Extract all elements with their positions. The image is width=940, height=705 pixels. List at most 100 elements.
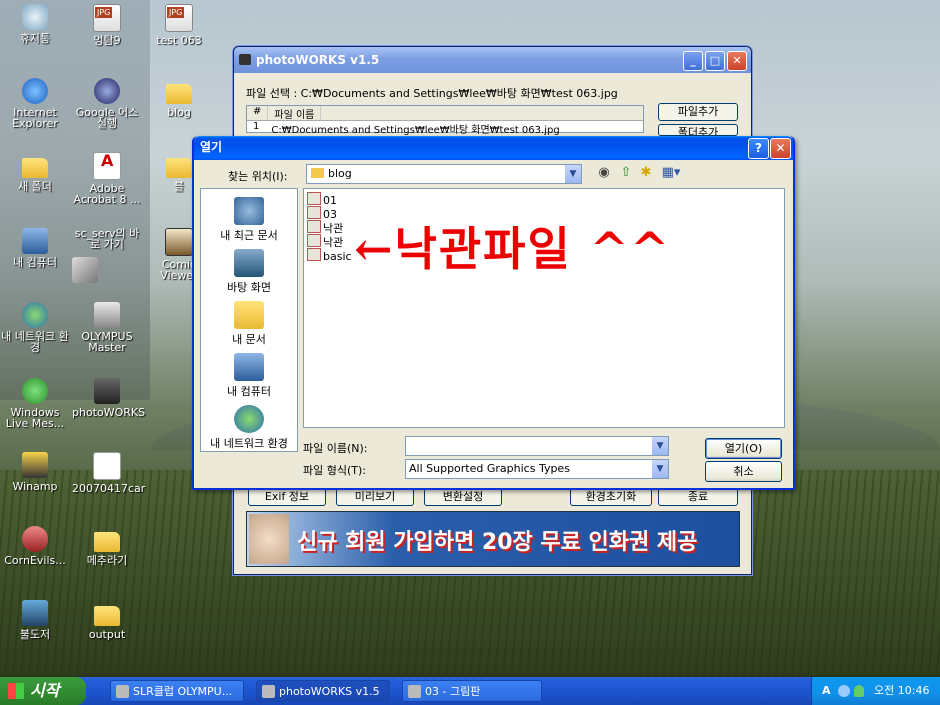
taskbar-item-photoworks[interactable]: photoWORKS v1.5 — [256, 680, 390, 702]
desktop-icon-acrobat[interactable]: Adobe Acrobat 8 ... — [72, 152, 142, 205]
messenger-tray-icon[interactable] — [854, 685, 864, 697]
computer-icon — [234, 353, 264, 381]
look-in-select[interactable]: blog ▼ — [306, 164, 582, 184]
start-button[interactable]: 시작 — [0, 677, 86, 705]
preview-button[interactable]: 미리보기 — [336, 488, 414, 506]
desktop-icon — [234, 249, 264, 277]
column-header[interactable]: 파일 이름 — [268, 106, 322, 121]
filetype-select[interactable]: All Supported Graphics Types ▼ — [405, 459, 669, 479]
desktop-icon-my-computer[interactable]: 내 컴퓨터 — [0, 228, 70, 268]
baby-photo — [249, 514, 289, 564]
taskbar: 시작 SLR클럽 OLYMPU... photoWORKS v1.5 03 - … — [0, 677, 940, 705]
desktop-icon-new-folder[interactable]: 새 폴더 — [0, 152, 70, 192]
camera-icon — [94, 378, 120, 404]
desktop-icon-olympus[interactable]: OLYMPUS Master — [72, 302, 142, 353]
desktop-icon-cornevils[interactable]: CornEvils... — [0, 526, 70, 566]
close-button[interactable]: ✕ — [727, 51, 747, 71]
image-file-icon — [307, 192, 321, 205]
new-folder-icon[interactable]: ✱ — [638, 165, 654, 181]
view-menu-icon[interactable]: ▦▾ — [660, 165, 682, 181]
winamp-icon — [22, 452, 48, 478]
network-icon — [234, 405, 264, 433]
desktop-icon-google-earth[interactable]: Google 어스 실행 — [72, 78, 142, 129]
folder-icon — [22, 158, 48, 178]
desktop-icon-output[interactable]: output — [72, 600, 142, 640]
add-file-button[interactable]: 파일추가 — [658, 103, 738, 121]
place-desktop[interactable]: 바탕 화면 — [201, 249, 297, 295]
maximize-button[interactable]: □ — [705, 51, 725, 71]
photoworks-title-bar[interactable]: photoWORKS v1.5 _ □ ✕ — [234, 47, 751, 73]
document-icon — [93, 452, 121, 480]
folder-icon — [94, 532, 120, 552]
desktop-icon-sc-serv[interactable]: sc_serv의 바로 가기 — [72, 228, 142, 283]
comic-viewer-icon — [165, 228, 193, 256]
desktop-icon-recycle-bin[interactable]: 휴지통 — [0, 4, 70, 44]
desktop-icon-quail[interactable]: 메추라기 — [72, 526, 142, 566]
google-earth-icon — [94, 78, 120, 104]
desktop-icon-messenger[interactable]: Windows Live Mes... — [0, 378, 70, 429]
ime-indicator[interactable]: A — [822, 677, 831, 705]
minimize-button[interactable]: _ — [683, 51, 703, 71]
back-icon[interactable]: ◉ — [596, 165, 612, 181]
exif-button[interactable]: Exif 정보 — [248, 488, 326, 506]
clock[interactable]: 오전 10:46 — [874, 677, 929, 705]
help-button[interactable]: ? — [748, 138, 769, 159]
desktop-icon-bulldozer[interactable]: 불도저 — [0, 600, 70, 640]
chevron-down-icon[interactable]: ▼ — [565, 165, 581, 183]
cancel-button[interactable]: 취소 — [705, 461, 782, 482]
dialog-title-bar[interactable]: 열기 ? ✕ — [194, 136, 793, 160]
open-dialog: 열기 ? ✕ 찾는 위치(I): blog ▼ ◉ ⇧ ✱ ▦▾ 내 최근 문서… — [192, 136, 795, 490]
places-bar: 내 최근 문서 바탕 화면 내 문서 내 컴퓨터 내 네트워크 환경 — [200, 188, 298, 452]
ime-icon[interactable] — [838, 685, 850, 697]
place-network[interactable]: 내 네트워크 환경 — [201, 405, 297, 451]
list-item[interactable]: basic — [307, 248, 352, 264]
desktop-icon-blog[interactable]: blog — [144, 78, 214, 118]
image-file-icon — [307, 248, 321, 261]
messenger-icon — [22, 378, 48, 404]
up-folder-icon[interactable]: ⇧ — [618, 165, 634, 181]
shortcut-icon — [22, 600, 48, 626]
promo-banner[interactable]: 신규 회원 가입하면 20장 무료 인화권 제공 — [246, 511, 740, 567]
filename-input[interactable]: ▼ — [405, 436, 669, 456]
dialog-title: 열기 — [200, 140, 223, 154]
table-row[interactable]: 1 C:₩Documents and Settings₩lee₩바탕 화면₩te… — [247, 121, 643, 136]
taskbar-item-paint[interactable]: 03 - 그림판 — [402, 680, 542, 702]
file-list-view[interactable]: 01 03 낙관 낙관 basic ←낙관파일 ^^ — [303, 188, 785, 428]
column-header[interactable]: # — [247, 106, 269, 120]
file-select-path: 파일 선택 : C:₩Documents and Settings₩lee₩바탕… — [246, 87, 618, 100]
network-icon — [22, 302, 48, 328]
desktop-icon-jpg-2[interactable]: test 063 — [144, 4, 214, 46]
desktop-icon-20070417car[interactable]: 20070417car — [72, 452, 145, 494]
wmv-icon — [22, 526, 48, 552]
file-list-header: # 파일 이름 — [247, 106, 643, 121]
convert-settings-button[interactable]: 변환설정 — [424, 488, 502, 506]
place-my-computer[interactable]: 내 컴퓨터 — [201, 353, 297, 399]
recent-documents-icon — [234, 197, 264, 225]
file-list[interactable]: # 파일 이름 1 C:₩Documents and Settings₩lee₩… — [246, 105, 644, 136]
desktop-icon-photoworks[interactable]: photoWORKS — [72, 378, 145, 418]
look-in-label: 찾는 위치(I): — [228, 170, 288, 183]
taskbar-item-slr-club[interactable]: SLR클럽 OLYMPU... — [110, 680, 244, 702]
open-button[interactable]: 열기(O) — [705, 438, 782, 459]
system-tray: A 오전 10:46 — [811, 677, 940, 705]
folder-icon — [311, 168, 324, 178]
jpg-file-icon — [93, 4, 121, 32]
desktop-icon-winamp[interactable]: Winamp — [0, 452, 70, 492]
place-my-documents[interactable]: 내 문서 — [201, 301, 297, 347]
folder-icon — [166, 84, 192, 104]
reset-button[interactable]: 환경초기화 — [570, 488, 652, 506]
exit-button[interactable]: 종료 — [658, 488, 738, 506]
chevron-down-icon[interactable]: ▼ — [652, 437, 668, 455]
olympus-icon — [94, 302, 120, 328]
add-folder-button[interactable]: 폴더추가 — [658, 124, 738, 136]
place-recent[interactable]: 내 최근 문서 — [201, 197, 297, 243]
desktop-icon-ie[interactable]: Internet Explorer — [0, 78, 70, 129]
desktop-icon-network[interactable]: 내 네트워크 환경 — [0, 302, 70, 353]
pdf-icon — [93, 152, 121, 180]
desktop-icon-jpg-1[interactable]: 멍탐9 — [72, 4, 142, 46]
recycle-bin-icon — [22, 4, 48, 30]
my-documents-icon — [234, 301, 264, 329]
chevron-down-icon[interactable]: ▼ — [652, 460, 668, 478]
folder-icon — [94, 606, 120, 626]
dialog-close-button[interactable]: ✕ — [770, 138, 791, 159]
